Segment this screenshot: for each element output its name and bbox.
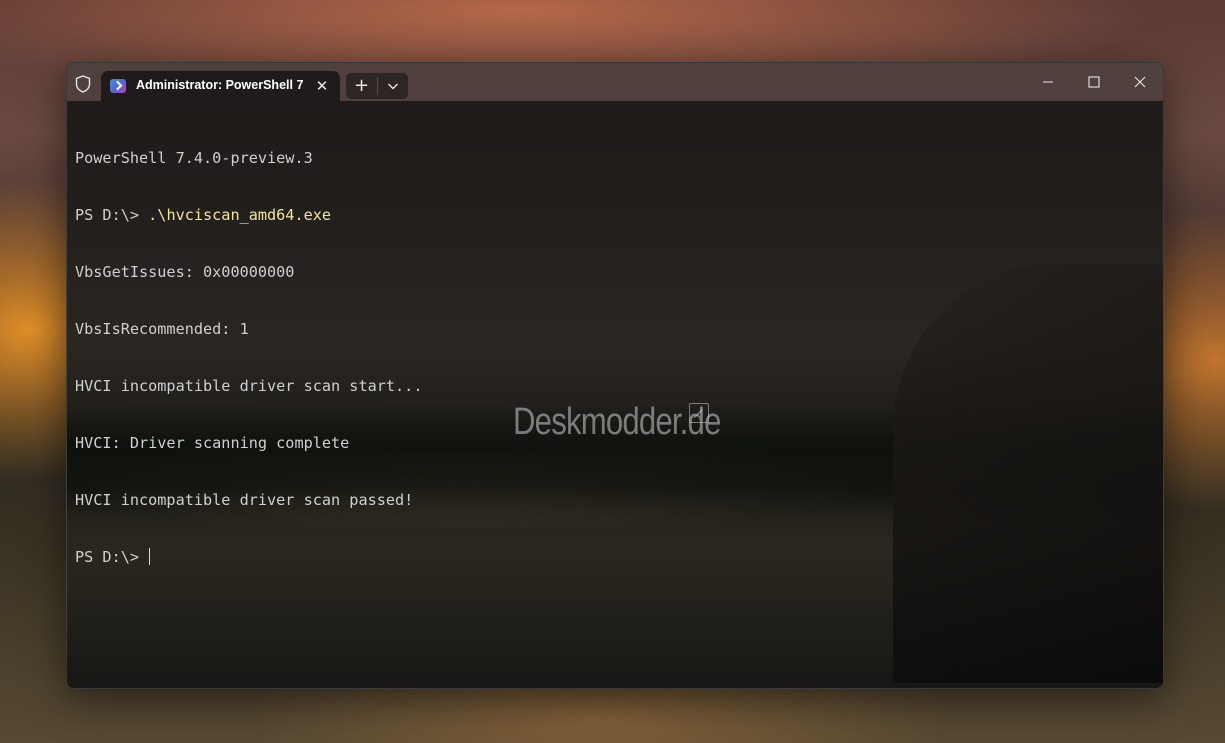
close-icon[interactable]: ✕ (311, 75, 333, 97)
tab-title: Administrator: PowerShell 7 P (136, 78, 306, 92)
text-cursor (149, 548, 151, 565)
command-text: .\hvciscan_amd64.exe (148, 206, 332, 224)
chevron-down-icon[interactable] (378, 73, 408, 99)
terminal-line: PS D:\> (75, 548, 1155, 567)
close-icon[interactable] (1117, 63, 1163, 101)
terminal-line: VbsGetIssues: 0x00000000 (75, 263, 295, 281)
minimize-icon[interactable] (1025, 63, 1071, 101)
terminal-line: HVCI incompatible driver scan start... (75, 377, 423, 395)
maximize-icon[interactable] (1071, 63, 1117, 101)
title-bar[interactable]: Administrator: PowerShell 7 P ✕ + (67, 63, 1163, 101)
terminal-line: PowerShell 7.4.0-preview.3 (75, 149, 313, 167)
terminal-output[interactable]: PowerShell 7.4.0-preview.3 PS D:\> .\hvc… (75, 111, 1155, 605)
terminal-line: VbsIsRecommended: 1 (75, 320, 249, 338)
pen-icon (689, 403, 709, 423)
plus-icon[interactable]: + (346, 73, 377, 99)
new-tab-group: + (346, 73, 408, 99)
prompt: PS D:\> (75, 206, 149, 224)
prompt: PS D:\> (75, 548, 149, 566)
terminal-window: Administrator: PowerShell 7 P ✕ + PowerS… (66, 62, 1164, 689)
terminal-line: PS D:\> .\hvciscan_amd64.exe (75, 206, 1155, 225)
tab-powershell[interactable]: Administrator: PowerShell 7 P ✕ (101, 71, 340, 101)
terminal-line: HVCI incompatible driver scan passed! (75, 491, 414, 509)
powershell-icon (110, 79, 126, 93)
shield-icon (75, 75, 91, 93)
